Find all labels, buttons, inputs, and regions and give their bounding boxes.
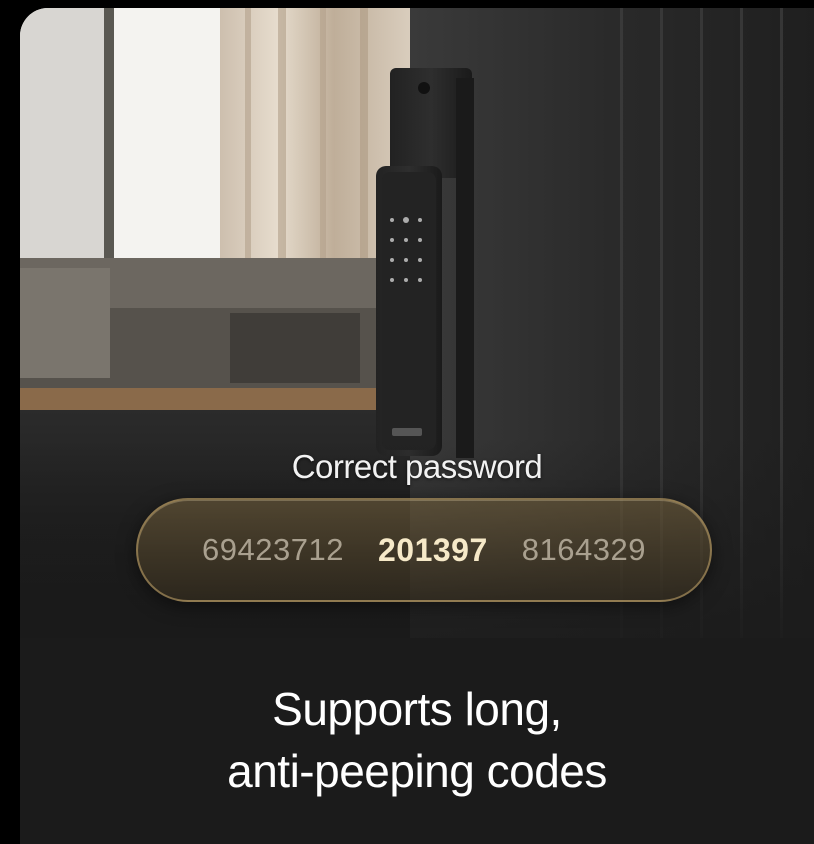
feature-caption: Supports long, anti-peeping codes (20, 678, 814, 802)
caption-line-2: anti-peeping codes (227, 745, 607, 797)
decoy-code-right: 8164329 (521, 532, 646, 567)
decoy-code-left: 69423712 (202, 532, 344, 567)
password-code-pill: 69423712 201397 8164329 (136, 498, 712, 602)
feature-card: Correct password 69423712 201397 8164329… (20, 8, 814, 844)
correct-password-label: Correct password (291, 448, 543, 485)
correct-code: 201397 (377, 531, 488, 568)
caption-line-1: Supports long, (272, 683, 562, 735)
